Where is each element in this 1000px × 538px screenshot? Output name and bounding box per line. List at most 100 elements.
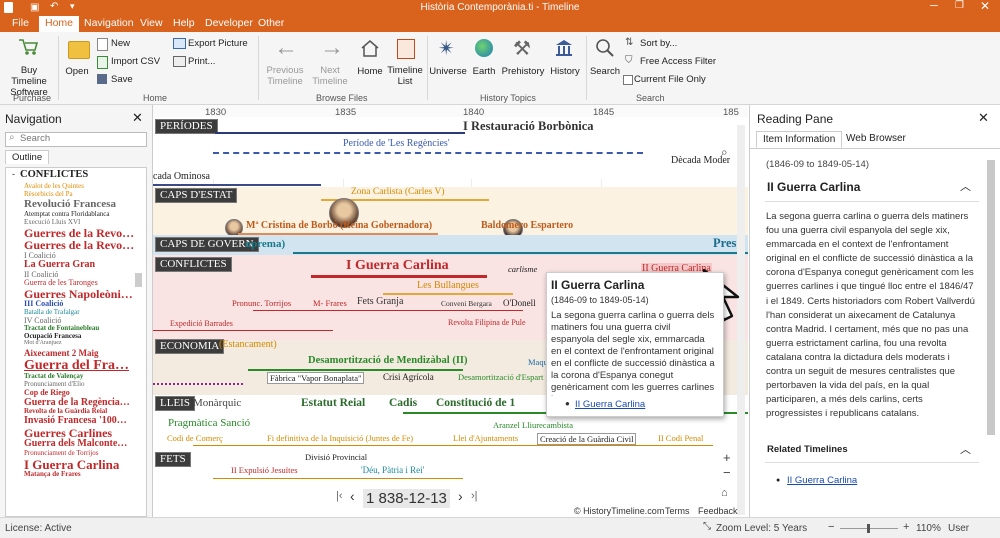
- outline-item[interactable]: Invasió Francesa '100…: [24, 415, 127, 426]
- event-pronunc-torrijos[interactable]: Pronunc. Torrijos: [232, 298, 291, 308]
- museum-icon[interactable]: [555, 39, 573, 57]
- event-llei-ajuntaments[interactable]: Llei d'Ajuntaments: [453, 433, 518, 443]
- menu-other[interactable]: Other: [258, 17, 284, 29]
- collapse-info-icon[interactable]: ︿: [960, 178, 971, 194]
- timeline-list-icon[interactable]: [397, 39, 415, 59]
- minimize-icon[interactable]: ─: [930, 0, 938, 12]
- export-picture-button[interactable]: Export Picture: [188, 38, 248, 49]
- event-conveni-bergara[interactable]: Conveni Bergara: [441, 299, 492, 308]
- event-codi-comerc[interactable]: Codi de Comerç: [167, 433, 223, 443]
- event-creacio-guardia[interactable]: Creació de la Guàrdia Civil: [537, 433, 637, 445]
- house-icon[interactable]: [360, 39, 380, 57]
- import-csv-button[interactable]: Import CSV: [111, 56, 160, 67]
- event-ii-expulsio[interactable]: II Expulsió Jesuïtes: [231, 465, 298, 475]
- event-regencies[interactable]: Període de 'Les Regències': [343, 138, 450, 149]
- close-window-icon[interactable]: ✕: [980, 0, 990, 13]
- save-button[interactable]: Save: [111, 74, 133, 85]
- band-label-lleis[interactable]: LLEIS: [155, 396, 195, 411]
- event-carlisme[interactable]: carlisme: [508, 264, 537, 274]
- date-prev-icon[interactable]: ‹: [350, 488, 355, 504]
- related-link[interactable]: II Guerra Carlina: [787, 475, 857, 486]
- event-zona-carlista[interactable]: Zona Carlista (Carles V): [351, 187, 444, 197]
- event-m-frares[interactable]: M- Frares: [313, 298, 347, 308]
- event-estatut-reial[interactable]: Estatut Reial: [301, 397, 365, 409]
- date-first-icon[interactable]: |‹: [336, 490, 343, 502]
- event-divisio-provincial[interactable]: Divisió Provincial: [305, 452, 367, 462]
- cart-icon[interactable]: [18, 38, 39, 56]
- previous-arrow-icon[interactable]: ←: [274, 34, 298, 62]
- zoom-slider-thumb[interactable]: [867, 524, 870, 533]
- tab-item-information[interactable]: Item Information: [756, 131, 843, 148]
- event-maria-cristina[interactable]: Mª Cristina de Borbó (Reina Gobernadora): [246, 220, 432, 231]
- credits-site[interactable]: © HistoryTimeline.com: [574, 506, 664, 516]
- magnifier-icon[interactable]: [595, 38, 615, 58]
- outline-item[interactable]: Tractat de Fontainebleau: [24, 324, 99, 332]
- menu-navigation[interactable]: Navigation: [84, 17, 134, 29]
- outline-item[interactable]: Execució Lluis XVI: [24, 218, 80, 226]
- reading-scrollbar[interactable]: [987, 160, 995, 435]
- outline-item[interactable]: Revolta de la Guàrdia Reial: [24, 407, 107, 415]
- tab-web-browser[interactable]: Web Browser: [846, 133, 906, 144]
- outline-item[interactable]: Tractat de Valençay: [24, 372, 83, 380]
- current-file-only-checkbox[interactable]: [623, 75, 633, 85]
- maximize-icon[interactable]: ❐: [955, 0, 964, 11]
- zoom-magnifier-icon[interactable]: ⌕: [721, 145, 728, 160]
- bone-icon[interactable]: ⚒: [513, 36, 531, 61]
- next-timeline-button[interactable]: Next Timeline: [308, 65, 352, 87]
- event-maq[interactable]: Maqu: [528, 357, 548, 367]
- band-label-periodes[interactable]: PERÍODES: [155, 119, 218, 134]
- outline-scrollbar[interactable]: [135, 273, 142, 287]
- outline-item[interactable]: Avalot de les Quintes: [24, 182, 84, 190]
- outline-item[interactable]: Ocupació Francesa: [24, 332, 81, 340]
- event-bullangues[interactable]: Les Bullangues: [417, 280, 479, 291]
- print-button[interactable]: Print...: [188, 56, 215, 67]
- event-fets-granja[interactable]: Fets Granja: [357, 296, 403, 307]
- event-pragmatica[interactable]: Pragmàtica Sanció: [168, 417, 250, 429]
- event-fabrica-vapor[interactable]: Fàbrica "Vapor Bonaplata": [267, 372, 365, 384]
- date-next-icon[interactable]: ›: [458, 488, 463, 504]
- event-baldomero[interactable]: Baldomero Espartero: [481, 220, 573, 231]
- event-suprema[interactable]: uprema): [245, 238, 285, 250]
- menu-home[interactable]: Home: [39, 16, 80, 33]
- event-pres[interactable]: Pres: [713, 236, 736, 251]
- prehistory-button[interactable]: Prehistory: [501, 66, 545, 77]
- open-button[interactable]: Open: [62, 66, 92, 77]
- band-label-economia[interactable]: ECONOMIA: [155, 339, 225, 354]
- event-constitucio[interactable]: Constitució de 1: [436, 397, 515, 409]
- outline-item[interactable]: Batalla de Trafalgar: [24, 308, 80, 316]
- event-guerra-carlina[interactable]: I Guerra Carlina: [346, 258, 449, 274]
- outline-item[interactable]: Guerra de la Regència…: [24, 397, 130, 408]
- menu-file[interactable]: File: [12, 17, 29, 29]
- home-view-icon[interactable]: ⌂: [721, 487, 728, 499]
- current-date[interactable]: 1 838-12-13: [363, 489, 450, 508]
- band-label-conflictes[interactable]: CONFLICTES: [155, 257, 232, 272]
- event-exped-barrades[interactable]: Expedició Barrades: [170, 319, 233, 328]
- timeline-list-button[interactable]: Timeline List: [386, 65, 424, 87]
- outline-item[interactable]: Revolució Francesa: [24, 198, 116, 210]
- sort-by-button[interactable]: Sort by...: [640, 38, 677, 49]
- outline-item[interactable]: Guerra dels Malconte…: [24, 438, 127, 449]
- menu-developer[interactable]: Developer: [205, 17, 253, 29]
- zoom-out-button[interactable]: −: [828, 521, 834, 533]
- event-fi-inquisicio[interactable]: Fi definitiva de la Inquisició (Juntes d…: [267, 433, 413, 443]
- next-arrow-icon[interactable]: →: [320, 34, 344, 62]
- search-button[interactable]: Search: [588, 66, 622, 77]
- event-restauracio[interactable]: I Restauració Borbònica: [463, 119, 594, 134]
- close-reading-pane-icon[interactable]: ✕: [978, 110, 989, 126]
- user-label[interactable]: User: [948, 523, 969, 534]
- outline-item[interactable]: Rèsorbicis del Pa: [24, 190, 73, 198]
- outline-item[interactable]: Matança de Frares: [24, 470, 81, 478]
- band-label-caps-govern[interactable]: CAPS DE GOVERN: [155, 237, 259, 252]
- event-estancament[interactable]: (Estancament): [219, 339, 277, 350]
- earth-button[interactable]: Earth: [469, 66, 499, 77]
- earth-globe-icon[interactable]: [475, 39, 493, 57]
- event-decada-ominosa[interactable]: cada Ominosa: [153, 171, 210, 182]
- universe-button[interactable]: Universe: [427, 66, 469, 77]
- credits-feedback[interactable]: Feedback: [698, 506, 738, 516]
- band-label-caps-estat[interactable]: CAPS D'ESTAT: [155, 188, 238, 203]
- zoom-slider[interactable]: [840, 524, 898, 533]
- outline-root[interactable]: CONFLICTES: [20, 169, 88, 180]
- event-ii-codi-penal[interactable]: II Codi Penal: [658, 433, 703, 443]
- event-odonnell[interactable]: O'Donell: [503, 298, 536, 308]
- zoom-in-icon[interactable]: +: [723, 450, 731, 465]
